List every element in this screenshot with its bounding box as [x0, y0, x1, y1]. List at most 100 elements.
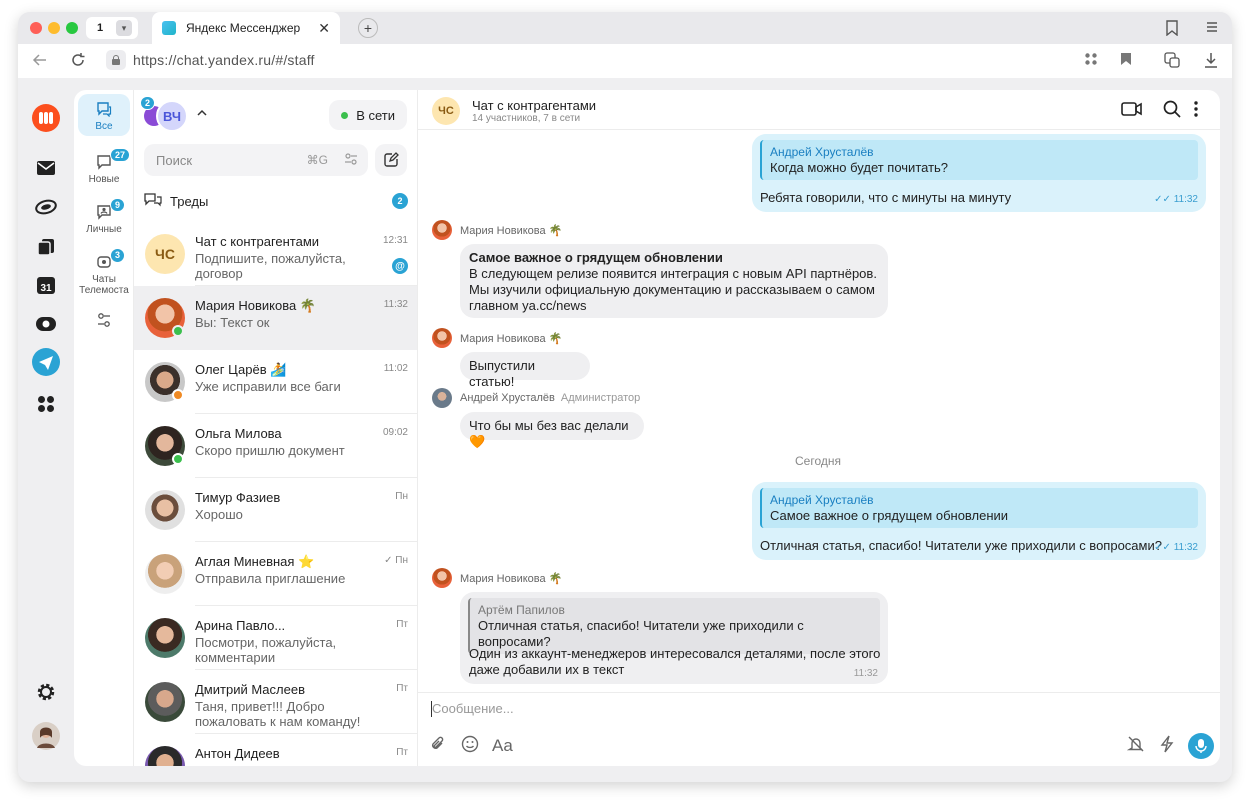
apps-grid-icon[interactable]: [1084, 52, 1098, 69]
quote-text: Самое важное о грядущем обновлении: [770, 508, 1009, 523]
chat-time: Пт: [396, 619, 408, 630]
chat-avatar: [145, 490, 185, 530]
online-status-label: В сети: [356, 107, 395, 123]
yandex-logo-icon[interactable]: [32, 104, 60, 132]
message-text: В следующем релизе появится интеграция с…: [469, 266, 877, 281]
chat-filters: Все Новые 27 Личные 9 Чаты Телемоста 3: [74, 90, 134, 766]
settings-gear-icon[interactable]: [34, 680, 58, 704]
message-bubble-outgoing[interactable]: Андрей Хрусталёв Самое важное о грядущем…: [752, 482, 1206, 560]
chat-list-item[interactable]: ЧС Чат с контрагентами Подпишите, пожалу…: [134, 222, 417, 286]
chat-name: Аглая Миневная ⭐: [195, 554, 315, 569]
message-sender[interactable]: Мария Новикова 🌴: [432, 328, 562, 348]
filter-new[interactable]: Новые 27: [78, 148, 131, 185]
maximize-window-button[interactable]: [66, 22, 78, 34]
documents-icon[interactable]: [34, 235, 58, 259]
message-bubble-incoming[interactable]: Самое важное о грядущем обновлении В сле…: [460, 244, 888, 318]
voice-message-button[interactable]: [1188, 733, 1214, 759]
reply-quote[interactable]: Андрей Хрусталёв Когда можно будет почит…: [760, 140, 1198, 180]
mail-icon[interactable]: [34, 156, 58, 180]
chat-list-item[interactable]: Дмитрий Маслеев Таня, привет!!! Добро по…: [134, 670, 417, 734]
unread-badge: 9: [110, 198, 126, 212]
chat-list-item[interactable]: Антон Дидеев Пт: [134, 734, 417, 766]
account-switcher[interactable]: ВЧ 2: [140, 96, 214, 132]
filter-label: Личные: [86, 224, 122, 235]
video-call-icon[interactable]: [1121, 100, 1143, 123]
reply-quote[interactable]: Андрей Хрусталёв Самое важное о грядущем…: [760, 488, 1198, 528]
tab-title: Яндекс Мессенджер: [186, 21, 301, 35]
translate-icon[interactable]: [1164, 52, 1180, 71]
messenger-icon[interactable]: [32, 348, 60, 376]
reload-icon[interactable]: [70, 52, 86, 72]
message-bubble-incoming[interactable]: Артём Папилов Отличная статья, спасибо! …: [460, 592, 888, 684]
chat-preview: Отправила приглашение: [195, 571, 346, 586]
chat-bubbles-icon: [78, 99, 130, 119]
back-arrow-icon[interactable]: [32, 52, 48, 72]
message-bubble-incoming[interactable]: Выпустили статью!: [460, 352, 590, 389]
minimize-window-button[interactable]: [48, 22, 60, 34]
filter-personal[interactable]: Личные 9: [78, 198, 130, 235]
chat-name: Тимур Фазиев: [195, 490, 281, 505]
compose-button[interactable]: [375, 144, 407, 176]
browser-tab[interactable]: Яндекс Мессенджер ✕: [152, 12, 340, 44]
online-status-dot: [172, 453, 184, 465]
bookmark-panel-icon[interactable]: [1165, 20, 1179, 39]
chevron-up-icon[interactable]: [192, 108, 212, 124]
filter-all[interactable]: Все: [78, 94, 130, 136]
chat-avatar: [145, 554, 185, 594]
text-format-button[interactable]: Aa: [492, 736, 513, 756]
threads-item[interactable]: Треды 2: [144, 190, 408, 212]
chat-list-item[interactable]: Аглая Миневная ⭐ Отправила приглашение ✓…: [134, 542, 417, 606]
chat-list-item[interactable]: Ольга Милова Скоро пришлю документ 09:02: [134, 414, 417, 478]
filter-settings[interactable]: [78, 310, 130, 332]
message-text: Отличная статья, спасибо! Читатели уже п…: [760, 538, 1162, 553]
chat-title[interactable]: Чат с контрагентами: [472, 98, 596, 113]
filter-icon[interactable]: [344, 152, 358, 169]
unread-badge: 27: [110, 148, 131, 162]
message-bubble-incoming[interactable]: Что бы мы без вас делали 🧡: [460, 412, 644, 449]
filter-telemost[interactable]: Чаты Телемоста 3: [78, 248, 130, 296]
message-sender[interactable]: Мария Новикова 🌴: [432, 568, 562, 588]
tab-counter[interactable]: 1 ▾: [86, 17, 138, 39]
new-tab-button[interactable]: +: [358, 18, 378, 38]
online-status-dot: [172, 325, 184, 337]
chevron-down-icon[interactable]: ▾: [116, 20, 132, 36]
lightning-icon[interactable]: [1159, 735, 1175, 758]
chat-name: Арина Павло...: [195, 618, 286, 633]
user-avatar[interactable]: [32, 722, 60, 750]
telemost-icon[interactable]: [34, 312, 58, 336]
message-sender[interactable]: Мария Новикова 🌴: [432, 220, 562, 240]
lock-icon[interactable]: [106, 50, 126, 70]
more-vertical-icon[interactable]: [1193, 100, 1199, 123]
chat-header: ЧС Чат с контрагентами 14 участников, 7 …: [418, 90, 1220, 130]
message-text: Выпустили статью!: [469, 358, 535, 389]
chat-area: ЧС Чат с контрагентами 14 участников, 7 …: [418, 90, 1220, 766]
message-input[interactable]: Сообщение...: [432, 701, 514, 716]
search-icon[interactable]: [1163, 100, 1181, 123]
download-icon[interactable]: [1204, 52, 1218, 71]
mention-icon: @: [392, 258, 408, 274]
menu-icon[interactable]: [1205, 20, 1219, 37]
chat-list-item[interactable]: Арина Павло... Посмотри, пожалуйста, ком…: [134, 606, 417, 670]
chat-preview: Подпишите, пожалуйста, договор: [195, 251, 346, 281]
chat-header-avatar[interactable]: ЧС: [432, 97, 460, 125]
bell-off-icon[interactable]: [1126, 735, 1145, 758]
attach-icon[interactable]: [430, 735, 446, 758]
microphone-icon: [1195, 739, 1207, 753]
search-input[interactable]: Поиск ⌘G: [144, 144, 368, 176]
message-sender[interactable]: Андрей Хрусталёв Администратор: [432, 388, 640, 408]
chat-list-item[interactable]: Мария Новикова 🌴 Вы: Текст ок 11:32: [134, 286, 417, 350]
emoji-icon[interactable]: [461, 735, 479, 758]
search-shortcut: ⌘G: [306, 153, 328, 167]
bookmark-icon[interactable]: [1120, 52, 1132, 69]
disk-icon[interactable]: [34, 195, 58, 219]
all-services-icon[interactable]: [34, 392, 58, 416]
online-status-button[interactable]: В сети: [329, 100, 407, 130]
chat-list-item[interactable]: Тимур Фазиев Хорошо Пн: [134, 478, 417, 542]
calendar-icon[interactable]: 31: [34, 273, 58, 297]
chat-list-item[interactable]: Олег Царёв 🏄 Уже исправили все баги 11:0…: [134, 350, 417, 414]
close-window-button[interactable]: [30, 22, 42, 34]
close-tab-icon[interactable]: ✕: [318, 20, 330, 37]
svg-text:31: 31: [40, 283, 52, 294]
message-bubble-outgoing[interactable]: Андрей Хрусталёв Когда можно будет почит…: [752, 134, 1206, 212]
url-field[interactable]: https://chat.yandex.ru/#/staff: [133, 52, 315, 68]
